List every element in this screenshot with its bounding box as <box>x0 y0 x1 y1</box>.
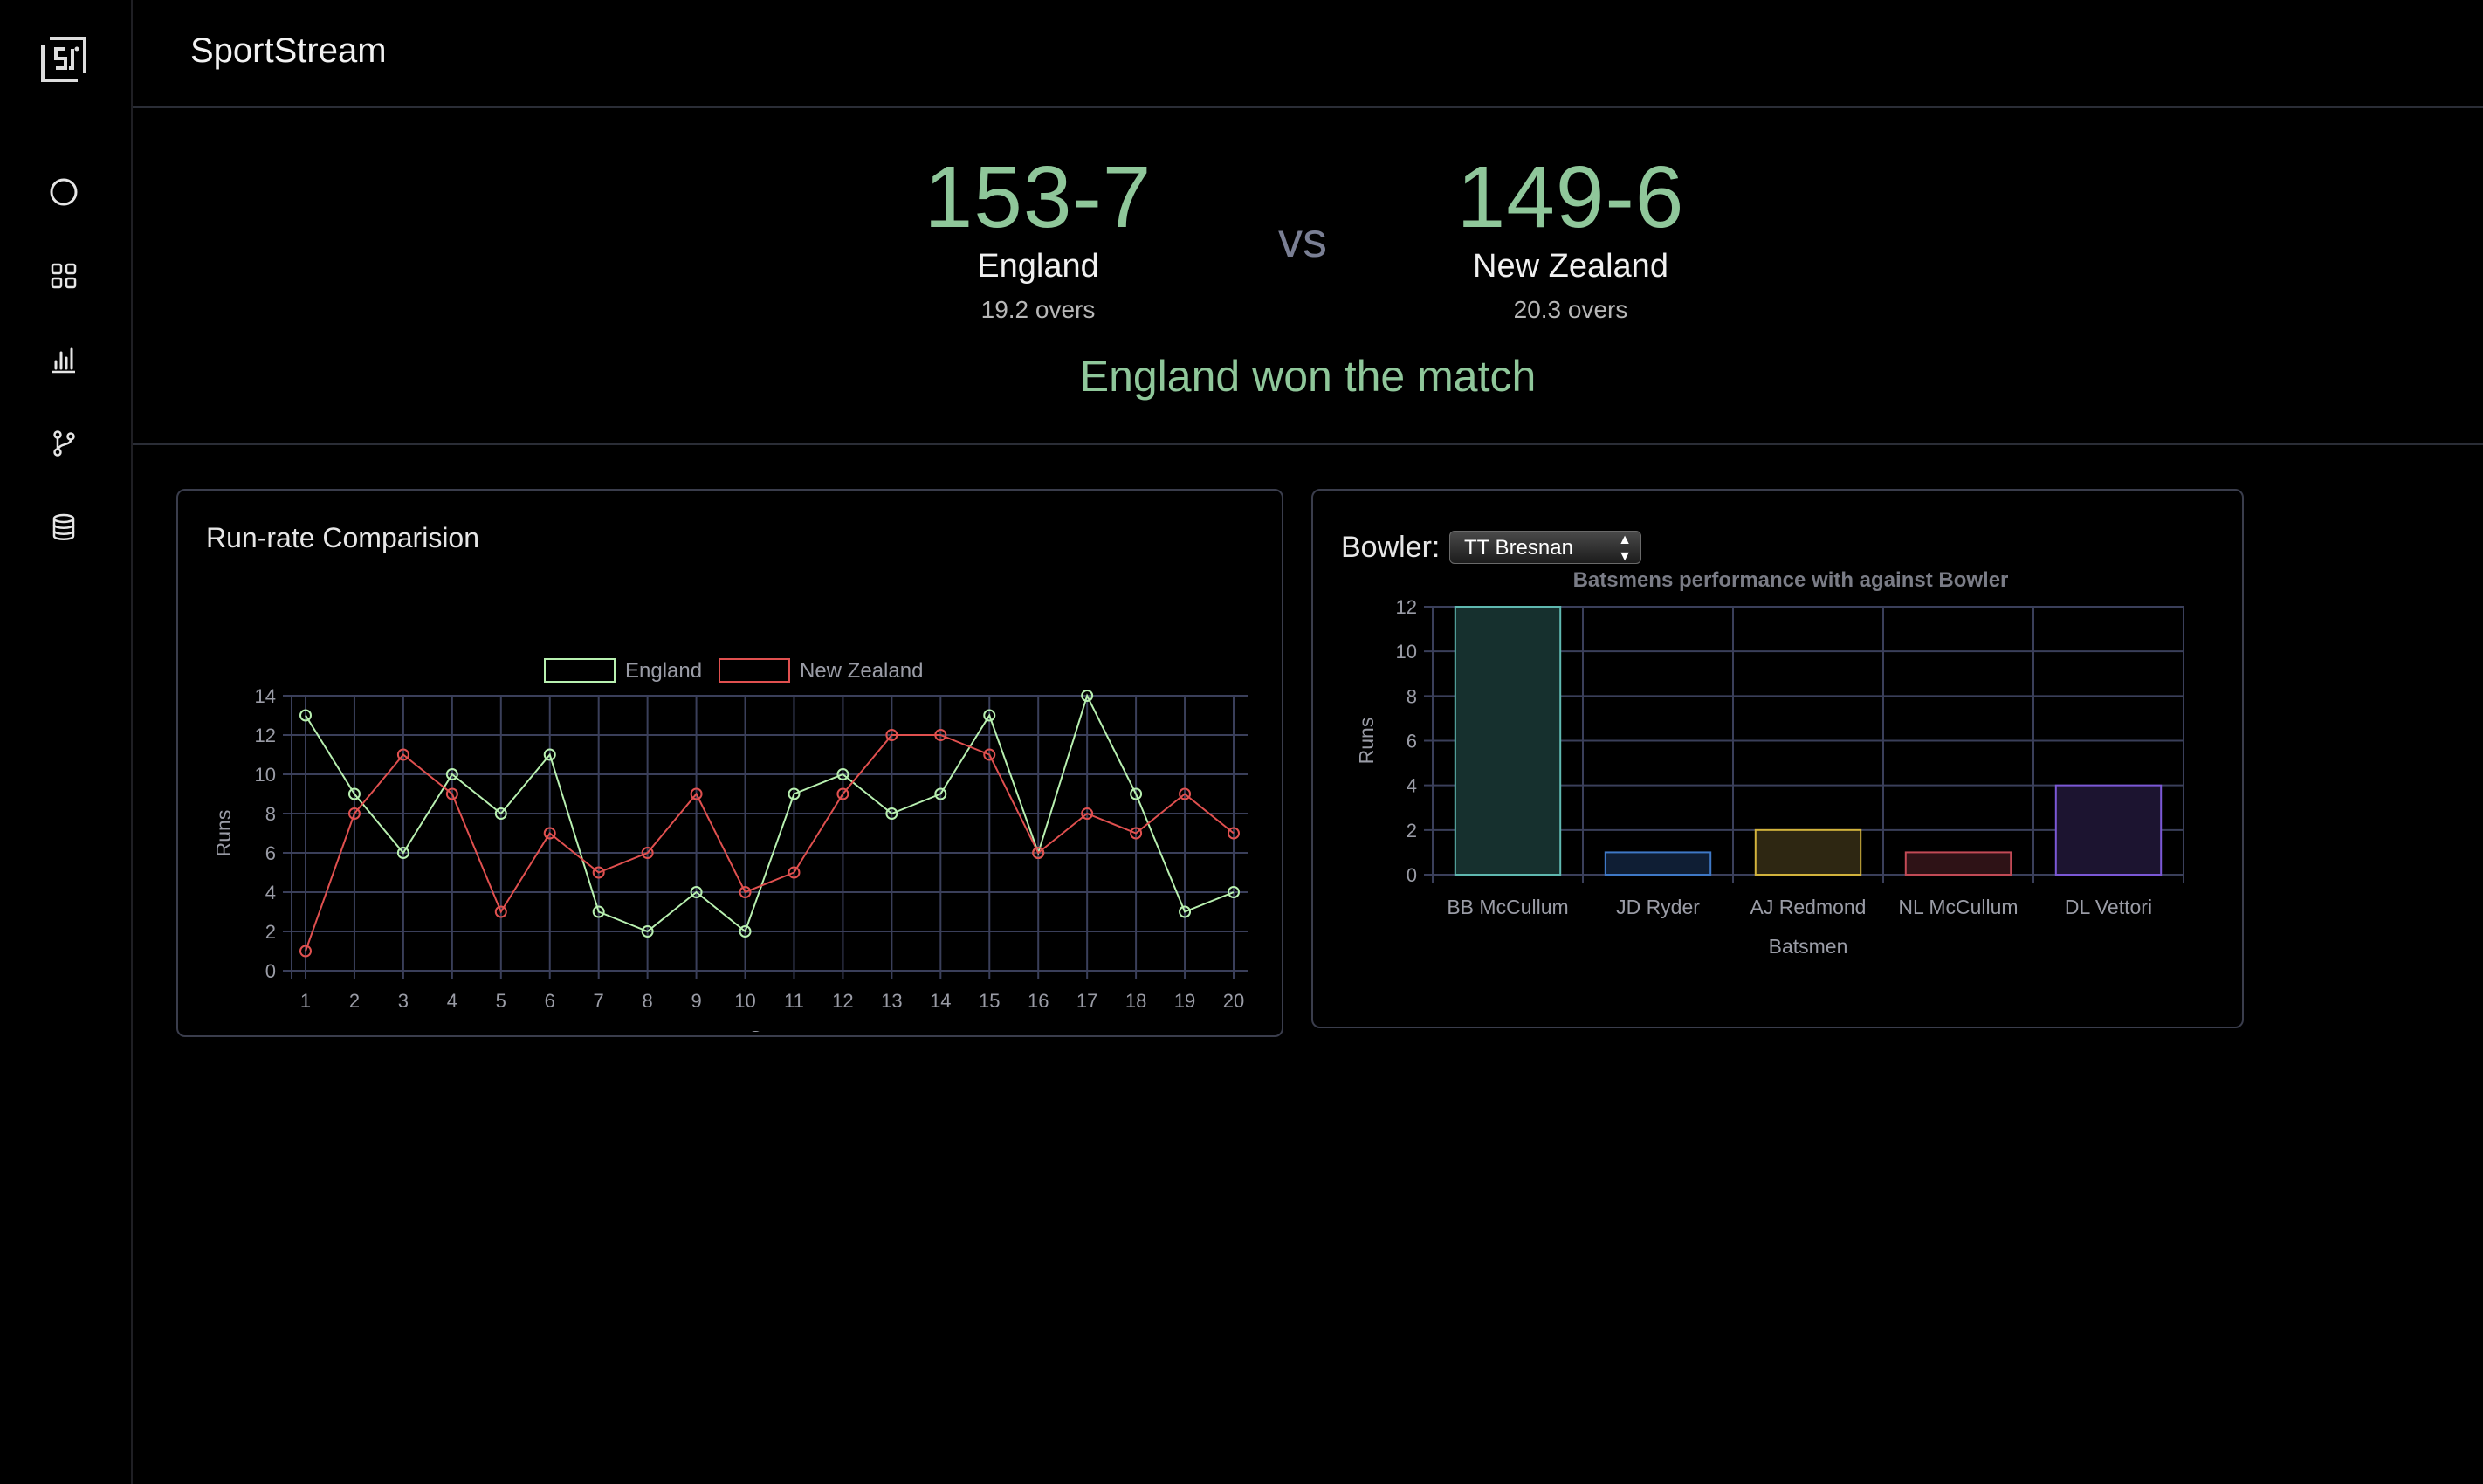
sportstream-logo-icon[interactable] <box>39 35 88 84</box>
y-tick-label: 12 <box>255 725 276 746</box>
y-axis-title: Runs <box>1355 718 1378 765</box>
x-tick-label: AJ Redmond <box>1750 896 1867 918</box>
x-tick-label: 18 <box>1125 990 1146 1012</box>
app-title: SportStream <box>190 31 387 70</box>
x-tick-label: 6 <box>545 990 555 1012</box>
y-tick-label: 6 <box>1407 731 1417 752</box>
team1-score: 153-7 <box>924 148 1152 246</box>
chart-title: Batsmens performance with against Bowler <box>1573 569 2009 592</box>
series-line-2 <box>305 734 1235 952</box>
legend-label-2: New Zealand <box>800 659 923 683</box>
x-tick-label: 9 <box>691 990 701 1012</box>
bar-chart-icon[interactable] <box>46 342 81 377</box>
y-tick-label: 0 <box>1407 864 1417 886</box>
team-new-zealand: 149-6 New Zealand 20.3 overs <box>1413 154 1728 324</box>
grid-icon[interactable] <box>46 258 81 293</box>
team2-overs: 20.3 overs <box>1513 296 1628 323</box>
y-tick-label: 4 <box>265 882 276 903</box>
y-tick-label: 12 <box>1396 596 1417 618</box>
y-tick-label: 0 <box>265 960 276 982</box>
x-tick-label: BB McCullum <box>1447 896 1568 918</box>
legend-swatch-2 <box>719 658 790 683</box>
x-tick-label: 20 <box>1223 990 1244 1012</box>
bowler-card: Bowler: TT Bresnan ▲ ▼ Batsmens performan… <box>1311 489 2244 1028</box>
y-tick-label: 4 <box>1407 775 1417 797</box>
top-bar: SportStream <box>133 0 2483 108</box>
circle-icon[interactable] <box>46 175 81 210</box>
bar-4 <box>1904 851 2012 876</box>
x-tick-label: DL Vettori <box>2065 896 2152 918</box>
team1-overs: 19.2 overs <box>980 296 1096 323</box>
x-axis-title: Batsmen <box>1769 935 1848 958</box>
x-tick-label: 15 <box>979 990 1000 1012</box>
match-result: England won the match <box>1079 352 1537 401</box>
x-tick-label: 16 <box>1028 990 1049 1012</box>
team2-name: New Zealand <box>1473 248 1668 285</box>
y-tick-label: 2 <box>1407 820 1417 842</box>
run-rate-card: Run-rate Comparision England New Zealand 0… <box>176 489 1283 1037</box>
x-tick-label: 3 <box>398 990 409 1012</box>
x-tick-label: JD Ryder <box>1616 896 1700 918</box>
git-branch-icon[interactable] <box>46 426 81 461</box>
x-axis-title: Over <box>748 1027 792 1032</box>
x-tick-label: 19 <box>1174 990 1195 1012</box>
bar-2 <box>1604 851 1712 876</box>
batsmen-bar-chart: Batsmens performance with against Bowler… <box>1355 569 2184 958</box>
bowler-select-value: TT Bresnan <box>1464 536 1573 560</box>
legend-label-1: England <box>625 659 702 683</box>
run-rate-line-chart: England New Zealand024681012141 2 3 4 5 6 7 8 9 10… <box>212 658 1248 1032</box>
team1-name: England <box>977 248 1099 285</box>
x-tick-label: 8 <box>643 990 653 1012</box>
bar-5 <box>2054 784 2163 876</box>
x-tick-label: 11 <box>784 990 804 1012</box>
x-tick-label: NL McCullum <box>1898 896 2018 918</box>
x-tick-label: 1 <box>300 990 311 1012</box>
x-tick-label: 5 <box>496 990 506 1012</box>
y-tick-label: 14 <box>255 685 276 707</box>
x-tick-label: 7 <box>594 990 604 1012</box>
database-icon[interactable] <box>46 510 81 545</box>
x-tick-label: 10 <box>734 990 755 1012</box>
x-tick-label: 2 <box>349 990 360 1012</box>
select-arrows-icon: ▲ ▼ <box>1618 532 1632 564</box>
legend-swatch-1 <box>544 658 616 683</box>
sidebar <box>0 0 133 1484</box>
scoreboard: 153-7 England 19.2 overs vs 149-6 New Ze… <box>133 108 2483 445</box>
bowler-label: Bowler: <box>1341 531 1441 564</box>
y-tick-label: 6 <box>265 842 276 864</box>
y-tick-label: 2 <box>265 921 276 943</box>
x-tick-label: 13 <box>881 990 902 1012</box>
x-tick-label: 12 <box>832 990 853 1012</box>
bar-1 <box>1454 606 1562 876</box>
bar-3 <box>1754 828 1862 876</box>
y-axis-title: Runs <box>212 810 235 857</box>
y-tick-label: 8 <box>265 803 276 825</box>
x-tick-label: 14 <box>930 990 951 1012</box>
x-tick-label: 4 <box>447 990 457 1012</box>
y-tick-label: 10 <box>255 764 276 786</box>
team2-score: 149-6 <box>1456 148 1685 246</box>
vs-label: vs <box>1278 212 1327 267</box>
team-england: 153-7 England 19.2 overs <box>881 154 1195 324</box>
x-tick-label: 17 <box>1076 990 1097 1012</box>
y-tick-label: 8 <box>1407 685 1417 707</box>
y-tick-label: 10 <box>1396 641 1417 663</box>
bowler-select[interactable]: TT Bresnan ▲ ▼ <box>1449 531 1641 564</box>
